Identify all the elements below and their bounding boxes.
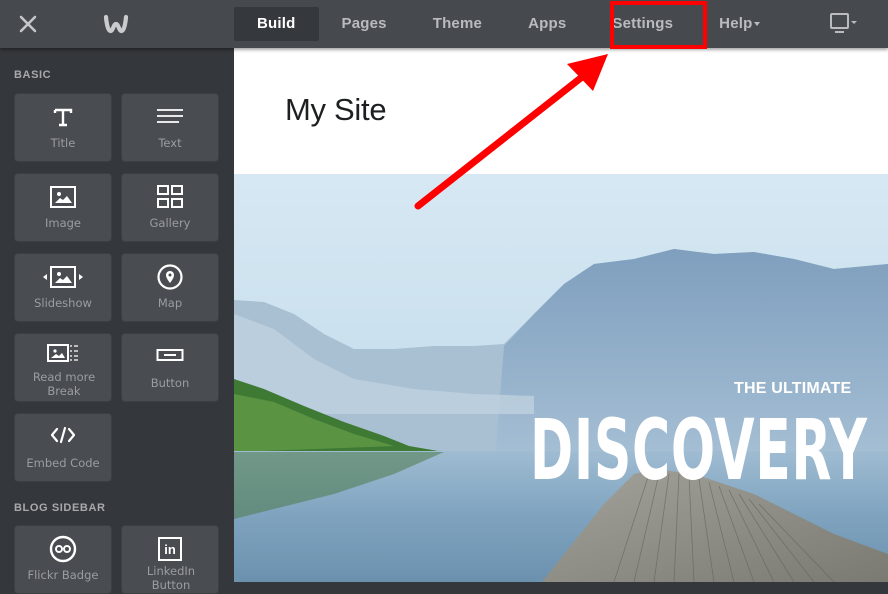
site-editor-canvas[interactable]: My Site THE ULTIMATE DISCOVERY — [234, 48, 888, 582]
slideshow-icon — [43, 266, 83, 288]
tab-build-label: Build — [257, 15, 296, 32]
elements-sidebar: BASIC Title Text Image Gallery Slideshow… — [0, 48, 234, 594]
chevron-down-icon — [754, 22, 761, 27]
tab-theme[interactable]: Theme — [410, 7, 505, 41]
element-title[interactable]: Title — [14, 93, 112, 162]
desktop-monitor-icon — [830, 13, 857, 33]
element-image-label: Image — [44, 216, 82, 230]
element-image[interactable]: Image — [14, 173, 112, 242]
element-flickr-badge[interactable]: Flickr Badge — [14, 525, 112, 594]
hero-kicker[interactable]: THE ULTIMATE — [734, 380, 851, 398]
section-label-basic: BASIC — [14, 69, 52, 81]
tab-apps[interactable]: Apps — [505, 7, 589, 41]
element-title-label: Title — [50, 136, 76, 150]
close-icon — [19, 15, 37, 33]
element-embed-code[interactable]: Embed Code — [14, 413, 112, 482]
element-slideshow-label: Slideshow — [34, 296, 92, 310]
element-map-label: Map — [157, 296, 183, 310]
text-icon — [157, 109, 183, 123]
element-read-more-break-label: Read more Break — [29, 370, 99, 398]
weebly-logo-icon — [103, 14, 129, 34]
site-title[interactable]: My Site — [285, 92, 387, 128]
button-icon — [156, 349, 184, 361]
element-linkedin-button-label: LinkedIn Button — [146, 564, 196, 592]
linkedin-icon: in — [158, 537, 182, 561]
element-slideshow[interactable]: Slideshow — [14, 253, 112, 322]
tab-help[interactable]: Help — [696, 7, 783, 41]
hero-headline[interactable]: DISCOVERY G — [530, 408, 888, 492]
close-button[interactable] — [16, 12, 40, 36]
tab-pages[interactable]: Pages — [319, 7, 410, 41]
tab-help-label: Help — [719, 15, 753, 32]
top-toolbar: Build Pages Theme Apps Settings Help — [0, 0, 888, 48]
weebly-logo[interactable] — [103, 14, 129, 34]
device-preview-button[interactable] — [822, 10, 866, 38]
code-icon — [50, 426, 76, 444]
tab-build[interactable]: Build — [234, 7, 319, 41]
gallery-icon — [157, 185, 183, 208]
svg-text:in: in — [164, 542, 176, 557]
element-flickr-badge-label: Flickr Badge — [27, 568, 99, 582]
element-read-more-break[interactable]: Read more Break — [14, 333, 112, 402]
flickr-icon — [49, 535, 77, 563]
element-button-label: Button — [150, 376, 190, 390]
element-map[interactable]: Map — [121, 253, 219, 322]
tab-theme-label: Theme — [432, 15, 483, 32]
element-gallery[interactable]: Gallery — [121, 173, 219, 242]
element-text-label: Text — [158, 136, 182, 150]
image-icon — [50, 186, 76, 208]
read-more-icon — [47, 344, 78, 362]
title-icon — [53, 108, 73, 127]
tab-settings[interactable]: Settings — [589, 7, 696, 41]
hero-banner[interactable]: THE ULTIMATE DISCOVERY G — [234, 174, 888, 582]
tab-apps-label: Apps — [528, 15, 567, 32]
tab-settings-label: Settings — [612, 15, 674, 32]
element-gallery-label: Gallery — [149, 216, 191, 230]
section-label-blog-sidebar: BLOG SIDEBAR — [14, 502, 106, 514]
element-linkedin-button[interactable]: in LinkedIn Button — [121, 525, 219, 594]
element-text[interactable]: Text — [121, 93, 219, 162]
hero-landscape-image — [234, 174, 888, 582]
element-embed-code-label: Embed Code — [26, 456, 100, 470]
tab-pages-label: Pages — [341, 15, 387, 32]
map-pin-icon — [157, 264, 183, 290]
read-more-label-text: Read more Break — [32, 370, 96, 398]
main-nav: Build Pages Theme Apps Settings Help — [234, 7, 783, 41]
element-button[interactable]: Button — [121, 333, 219, 402]
